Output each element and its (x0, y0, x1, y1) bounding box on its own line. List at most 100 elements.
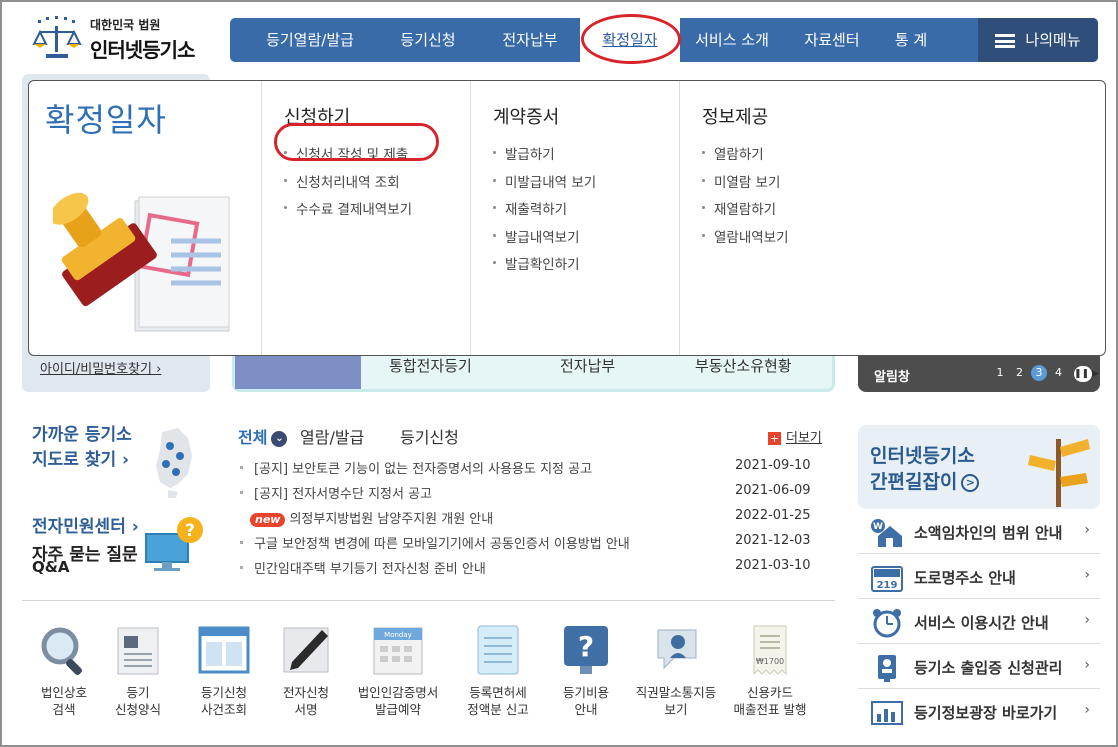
tab-registry-apply[interactable]: 등기신청 (400, 424, 459, 448)
badge-icon (878, 655, 896, 682)
notice-tabs: 전체 ⌄ 열람/발급 등기신청 (238, 424, 828, 448)
notice-row[interactable]: 민간임대주택 부기등기 전자신청 준비 안내 2021-03-10 (238, 558, 818, 583)
guide-title: 인터넷등기소 (870, 445, 975, 467)
quick-label: 직권말소통지등 보기 (635, 685, 717, 717)
svg-text:W: W (873, 522, 883, 532)
new-badge: new (250, 513, 286, 527)
mega-menu-dropdown: 확정일자 신청하기 신청서 작성 및 제출 신청처리내역 조회 수수료 결제내역… (28, 80, 1106, 356)
my-menu-button[interactable]: 나의메뉴 (978, 18, 1098, 62)
plus-icon: + (768, 432, 781, 445)
tab-view-issue[interactable]: 열람/발급 (300, 424, 364, 448)
map-search-link[interactable]: 지도로 찾기 › (32, 445, 129, 470)
svg-text:?: ? (578, 630, 594, 663)
easy-guide-banner[interactable]: 인터넷등기소 간편길잡이 > (858, 425, 1100, 509)
quick-e-signature[interactable]: 전자신청 서명 (266, 622, 346, 722)
service-link-e-registry[interactable]: 통합전자등기 (389, 355, 472, 376)
highlight-circle-nav (581, 14, 681, 64)
chevron-right-icon: › (1084, 522, 1090, 538)
clock-icon (873, 609, 901, 638)
calendar-label: Monday (384, 631, 412, 639)
pager-3[interactable]: 3 (1031, 365, 1047, 381)
browser-frame: 대한민국 법원 인터넷등기소 등기열람/발급 등기신청 전자납부 확정일자 서비… (0, 0, 1118, 747)
nav-item-service-intro[interactable]: 서비스 소개 (682, 18, 782, 62)
notice-date: 2021-12-03 (735, 533, 811, 548)
chevron-right-icon: › (1084, 612, 1090, 628)
quick-cancellation-notice[interactable]: 직권말소통지등 보기 (628, 622, 724, 722)
quick-label: 등기신청 사건조회 (200, 685, 247, 717)
e-civil-center-link[interactable]: 전자민원센터 › (32, 512, 139, 537)
notice-row[interactable]: new 의정부지방법원 남양주지원 개원 안내 2022-01-25 (238, 508, 818, 533)
menu-item-unissued-history[interactable]: 미발급내역 보기 (493, 171, 680, 199)
menu-item-issue-verify[interactable]: 발급확인하기 (493, 253, 680, 281)
notice-row[interactable]: [공지] 전자서명수단 지정서 공고 2021-06-09 (238, 483, 818, 508)
menu-item-view[interactable]: 열람하기 (702, 143, 1099, 171)
menu-item-issue-history[interactable]: 발급내역보기 (493, 226, 680, 254)
notice-title[interactable]: 구글 보안정책 변경에 따른 모바일기기에서 공동인증서 이용방법 안내 (254, 533, 630, 552)
notice-title-wrap[interactable]: new 의정부지방법원 남양주지원 개원 안내 (250, 508, 493, 527)
nav-item-registry-apply[interactable]: 등기신청 (382, 18, 474, 62)
menu-column-info: 정보제공 열람하기 미열람 보기 재열람하기 열람내역보기 (679, 81, 1099, 355)
pager-2[interactable]: 2 (1012, 366, 1028, 379)
more-link[interactable]: + 더보기 (768, 427, 822, 446)
notice-title[interactable]: [공지] 전자서명수단 지정서 공고 (254, 483, 432, 502)
quick-registry-forms[interactable]: 등기 신청양식 (98, 622, 178, 722)
menu-item-application-history[interactable]: 신청처리내역 조회 (284, 171, 471, 199)
notice-icon (657, 629, 697, 670)
link-road-address[interactable]: 219 도로명주소 안내 › (858, 555, 1100, 599)
pager-4[interactable]: 4 (1051, 366, 1067, 379)
menu-item-review[interactable]: 재열람하기 (702, 198, 1099, 226)
quick-seal-certificate-reservation[interactable]: Monday 법인인감증명서 발급예약 (350, 622, 446, 722)
notebook-icon (477, 625, 519, 675)
link-service-hours[interactable]: 서비스 이용시간 안내 › (858, 600, 1100, 644)
court-emblem-icon (32, 16, 82, 58)
nav-item-statistics[interactable]: 통 계 (880, 18, 942, 62)
site-logo[interactable]: 대한민국 법원 인터넷등기소 (28, 14, 218, 64)
hamburger-icon (995, 33, 1016, 48)
link-access-pass[interactable]: 등기소 출입증 신청관리 › (858, 645, 1100, 689)
menu-heading-info: 정보제공 (702, 107, 769, 128)
notice-title[interactable]: 민간임대주택 부기등기 전자신청 준비 안내 (254, 558, 486, 577)
chevron-right-icon: › (1084, 567, 1090, 583)
menu-item-view-history[interactable]: 열람내역보기 (702, 226, 1099, 254)
pause-play-icon[interactable]: ❚❚ ▶ (1074, 366, 1099, 382)
link-label: 서비스 이용시간 안내 (914, 614, 1049, 632)
service-link-e-payment[interactable]: 전자납부 (560, 355, 615, 376)
notice-list: [공지] 보안토큰 기능이 없는 전자증명서의 사용용도 지정 공고 2021-0… (238, 458, 818, 583)
quick-registry-cost[interactable]: ? 등기비용 안내 (546, 622, 626, 722)
notice-date: 2022-01-25 (735, 508, 811, 523)
notification-bar: 알림창 1 2 3 4 ❚❚ ▶ (858, 356, 1100, 392)
menu-item-issue[interactable]: 발급하기 (493, 143, 680, 171)
notice-row[interactable]: [공지] 보안토큰 기능이 없는 전자증명서의 사용용도 지정 공고 2021-0… (238, 458, 818, 483)
nav-item-e-payment[interactable]: 전자납부 (482, 18, 578, 62)
tab-all[interactable]: 전체 ⌄ (238, 424, 288, 448)
quick-license-tax-report[interactable]: 등록면허세 정액분 신고 (458, 622, 538, 722)
notice-row[interactable]: 구글 보안정책 변경에 따른 모바일기기에서 공동인증서 이용방법 안내 2021… (238, 533, 818, 558)
quick-card-receipt[interactable]: ₩1700 신용카드 매출전표 발행 (722, 622, 818, 722)
quick-label: 등기비용 안내 (562, 685, 609, 717)
link-label: 등기소 출입증 신청관리 (914, 659, 1063, 677)
service-link-property-status[interactable]: 부동산소유현황 (695, 355, 792, 376)
quick-corp-name-search[interactable]: 법인상호 검색 (24, 622, 104, 722)
quick-label: 등기 신청양식 (114, 685, 161, 717)
notice-title[interactable]: [공지] 보안토큰 기능이 없는 전자증명서의 사용용도 지정 공고 (254, 458, 592, 477)
arrow-right-icon: > (961, 473, 980, 492)
quick-label: 법인상호 검색 (40, 685, 87, 717)
nav-item-registry-view[interactable]: 등기열람/발급 (244, 18, 376, 62)
nav-item-data-center[interactable]: 자료센터 (790, 18, 874, 62)
chevron-down-icon: ⌄ (271, 430, 288, 447)
signpost-icon (1028, 439, 1090, 507)
bullet-icon (240, 541, 243, 544)
find-id-password-link[interactable]: 아이디/비밀번호찾기 › (40, 358, 161, 377)
link-registry-info-plaza[interactable]: 등기정보광장 바로가기 › (858, 690, 1100, 734)
menu-item-unviewed[interactable]: 미열람 보기 (702, 171, 1099, 199)
notice-date: 2021-03-10 (735, 558, 811, 573)
link-small-tenant[interactable]: W 소액임차인의 범위 안내 › (858, 510, 1100, 554)
my-menu-label: 나의메뉴 (1025, 31, 1081, 49)
menu-heading-contract: 계약증서 (493, 107, 560, 128)
pager-1[interactable]: 1 (992, 366, 1008, 379)
menu-item-reprint[interactable]: 재출력하기 (493, 198, 680, 226)
quick-case-lookup[interactable]: 등기신청 사건조회 (184, 622, 264, 722)
nearest-registry-title[interactable]: 가까운 등기소 (32, 424, 132, 446)
menu-item-fee-payment-history[interactable]: 수수료 결제내역보기 (284, 198, 471, 226)
stamp-document-icon (53, 192, 230, 332)
